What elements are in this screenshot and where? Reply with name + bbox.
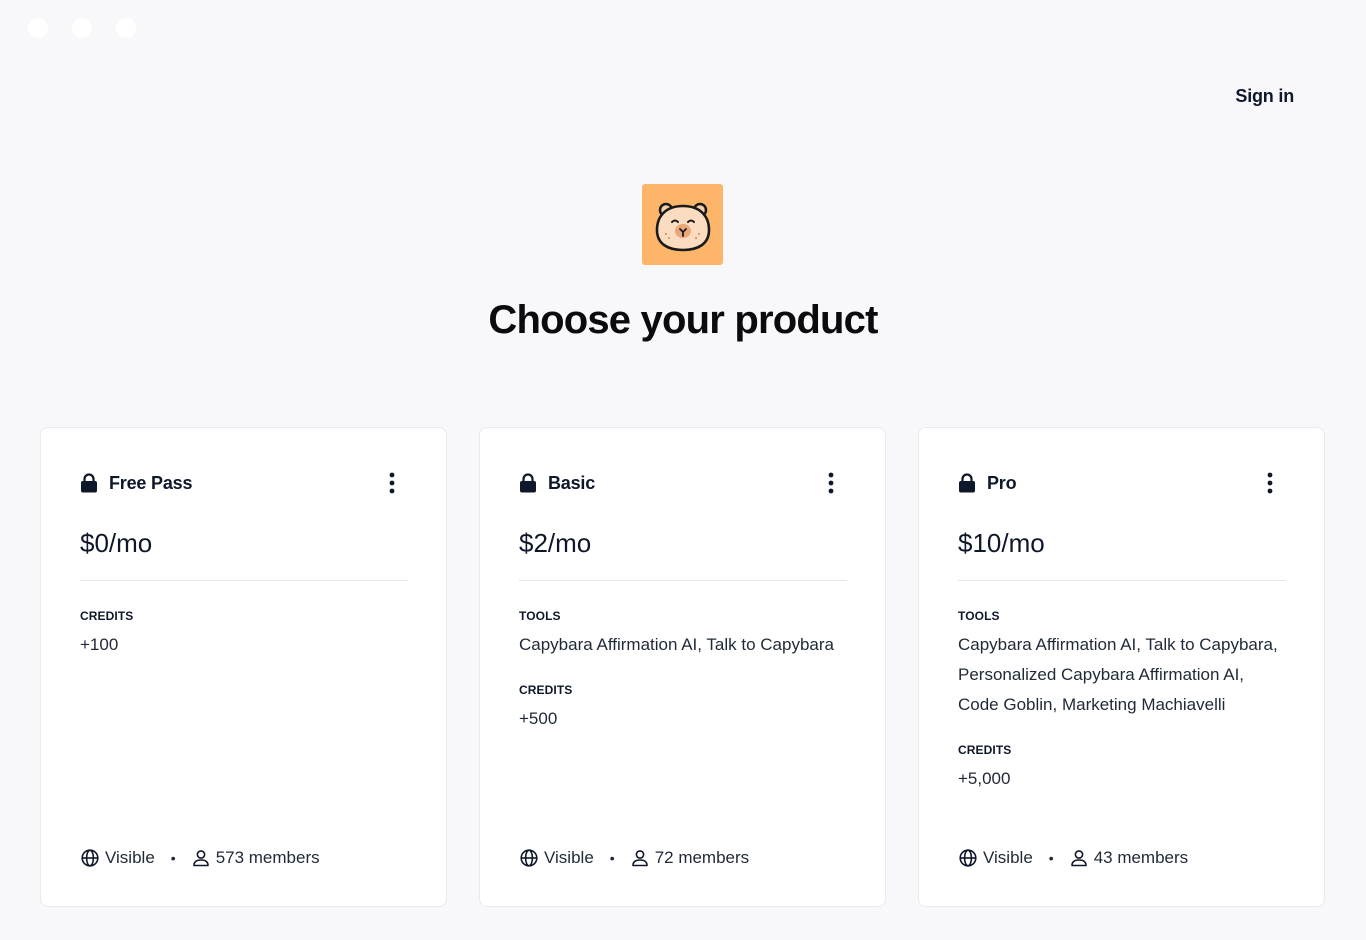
product-card-free-pass[interactable]: Free Pass $0/mo CREDITS +100 Visible • 5… — [40, 427, 447, 907]
user-icon — [192, 849, 210, 867]
lock-icon — [958, 473, 976, 493]
globe-icon — [959, 849, 977, 867]
sign-in-link[interactable]: Sign in — [1235, 86, 1294, 107]
section-label-tools: TOOLS — [519, 609, 561, 623]
product-list: Free Pass $0/mo CREDITS +100 Visible • 5… — [40, 427, 1325, 907]
user-icon — [1070, 849, 1088, 867]
visibility-status: Visible — [544, 848, 594, 867]
member-count: 573 members — [215, 848, 320, 867]
section-label-credits: CREDITS — [958, 743, 1012, 757]
card-name: Basic — [548, 472, 596, 493]
footer-separator: • — [1048, 850, 1054, 866]
section-value-tools: Capybara Affirmation AI, Talk to Capybar… — [519, 635, 834, 654]
card-price: $2/mo — [519, 528, 592, 558]
window-minimize-dot[interactable] — [72, 18, 92, 38]
card-divider — [958, 580, 1286, 581]
card-header: Free Pass — [80, 470, 407, 496]
page-title: Choose your product — [488, 298, 878, 342]
section-value-credits: +5,000 — [958, 769, 1011, 788]
lock-icon — [80, 473, 98, 493]
capybara-icon — [655, 202, 710, 251]
footer-separator: • — [609, 850, 615, 866]
card-name: Pro — [987, 472, 1017, 493]
product-card-pro[interactable]: Pro $10/mo TOOLS Capybara Affirmation AI… — [918, 427, 1325, 907]
more-options-icon[interactable] — [1263, 472, 1277, 494]
more-options-icon[interactable] — [385, 472, 399, 494]
user-icon — [631, 849, 649, 867]
section-label-credits: CREDITS — [519, 683, 573, 697]
section-value-credits: +100 — [80, 635, 119, 654]
section-value-tools: Capybara Affirmation AI, Talk to Capybar… — [958, 635, 1278, 714]
card-price: $0/mo — [80, 528, 153, 558]
card-footer: Visible • 573 members — [81, 848, 320, 868]
card-name: Free Pass — [109, 472, 193, 493]
card-footer: Visible • 72 members — [520, 848, 749, 868]
card-footer: Visible • 43 members — [959, 848, 1188, 868]
visibility-status: Visible — [983, 848, 1033, 867]
section-value-credits: +500 — [519, 709, 558, 728]
lock-icon — [519, 473, 537, 493]
globe-icon — [81, 849, 99, 867]
visibility-status: Visible — [105, 848, 155, 867]
window-controls — [28, 18, 136, 38]
window-maximize-dot[interactable] — [116, 18, 136, 38]
member-count: 72 members — [654, 848, 750, 867]
card-divider — [80, 580, 408, 581]
card-header: Pro — [958, 470, 1285, 496]
product-card-basic[interactable]: Basic $2/mo TOOLS Capybara Affirmation A… — [479, 427, 886, 907]
window-close-dot[interactable] — [28, 18, 48, 38]
globe-icon — [520, 849, 538, 867]
card-header: Basic — [519, 470, 846, 496]
capybara-logo — [642, 184, 723, 265]
card-price: $10/mo — [958, 528, 1045, 558]
section-label-tools: TOOLS — [958, 609, 1000, 623]
member-count: 43 members — [1093, 848, 1189, 867]
section-label-credits: CREDITS — [80, 609, 134, 623]
footer-separator: • — [170, 850, 176, 866]
card-divider — [519, 580, 847, 581]
more-options-icon[interactable] — [824, 472, 838, 494]
